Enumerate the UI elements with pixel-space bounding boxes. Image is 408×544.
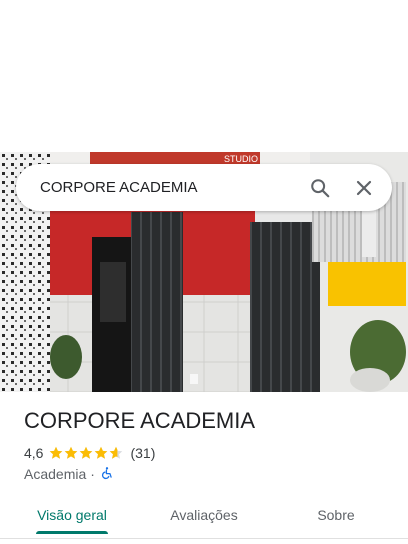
star-icon — [95, 446, 108, 459]
rating-value: 4,6 — [24, 445, 44, 461]
tab-about[interactable]: Sobre — [286, 496, 386, 534]
separator-dot: · — [90, 466, 95, 482]
tab-overview[interactable]: Visão geral — [22, 496, 122, 534]
place-title: CORPORE ACADEMIA — [24, 408, 256, 433]
close-icon[interactable] — [342, 166, 386, 210]
star-rating — [49, 446, 124, 460]
rating-row[interactable]: 4,6 (31) — [24, 444, 155, 462]
star-icon — [65, 446, 78, 459]
tabs-divider — [0, 538, 408, 539]
star-icon — [80, 446, 93, 459]
search-input[interactable]: CORPORE ACADEMIA — [16, 179, 298, 196]
search-bar[interactable]: CORPORE ACADEMIA — [16, 164, 392, 211]
star-icon — [110, 446, 123, 459]
category-label: Academia — [24, 466, 87, 482]
search-icon[interactable] — [298, 166, 342, 210]
studio-sign-text: STUDIO — [224, 154, 258, 164]
wheelchair-icon — [100, 466, 114, 483]
tab-reviews[interactable]: Avaliações — [154, 496, 254, 534]
review-count[interactable]: (31) — [130, 445, 155, 461]
category-row: Academia · — [24, 465, 114, 483]
star-icon — [50, 446, 63, 459]
place-tabs: Visão geral Avaliações Sobre — [0, 496, 408, 534]
active-tab-indicator — [36, 531, 108, 534]
